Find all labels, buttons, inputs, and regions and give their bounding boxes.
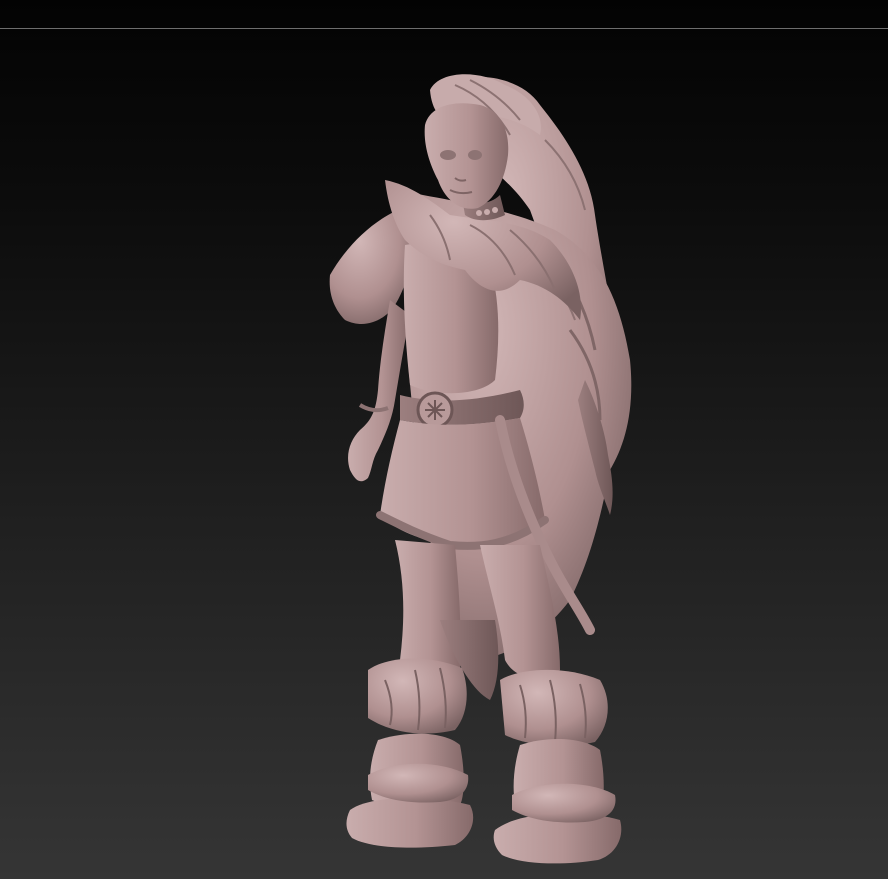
sculpt-model[interactable] — [0, 0, 888, 879]
sculpt-viewport[interactable] — [0, 0, 888, 879]
boots — [346, 733, 622, 864]
